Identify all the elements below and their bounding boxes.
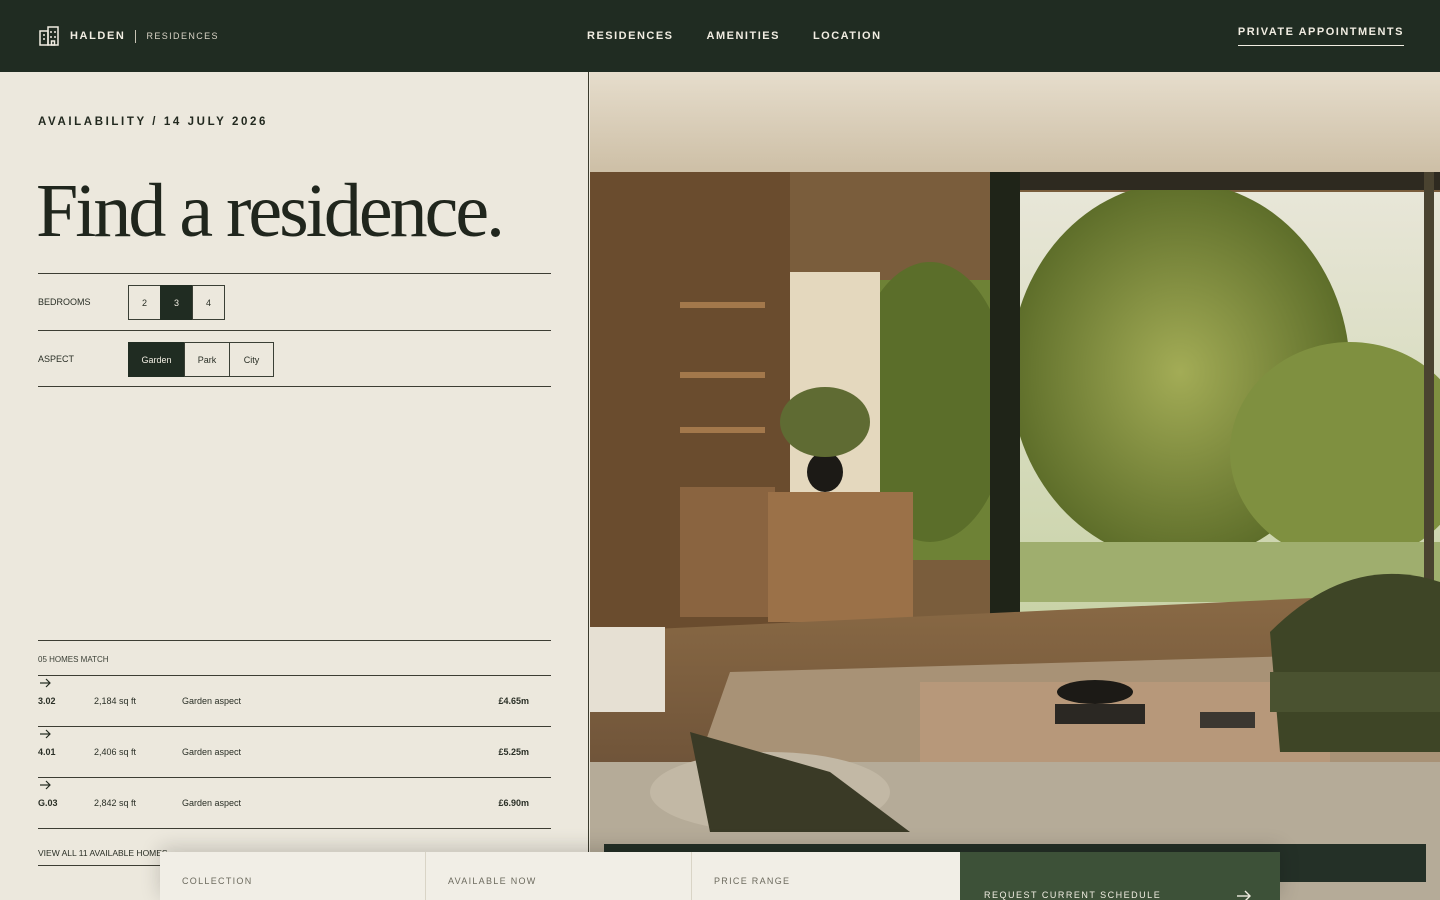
nav-link-amenities[interactable]: AMENITIES xyxy=(707,30,780,42)
bedrooms-option-3[interactable]: 3 xyxy=(160,285,193,320)
summary-price-range: PRICE RANGE xyxy=(692,852,960,900)
brand-subtitle: RESIDENCES xyxy=(146,31,219,41)
brand-divider xyxy=(135,29,137,43)
bedrooms-label: BEDROOMS xyxy=(38,297,91,307)
main-nav: RESIDENCES AMENITIES LOCATION xyxy=(587,30,882,42)
aspect-option-city[interactable]: City xyxy=(229,342,274,377)
unit-aspect: Garden aspect xyxy=(182,798,242,808)
interior-hero-image xyxy=(590,72,1440,900)
unit-aspect: Garden aspect xyxy=(182,696,242,706)
results-list: 05 HOMES MATCH 3.02 2,184 sq ft Garden a… xyxy=(38,640,551,829)
arrow-right-icon[interactable] xyxy=(38,727,52,741)
bedrooms-option-4[interactable]: 4 xyxy=(192,285,225,320)
view-all-homes-link[interactable]: VIEW ALL 11 AVAILABLE HOMES xyxy=(38,848,178,866)
residence-finder-panel: AVAILABILITY / 14 JULY 2026 Find a resid… xyxy=(0,72,589,900)
aspect-option-garden[interactable]: Garden xyxy=(128,342,185,377)
unit-price: £4.65m xyxy=(498,696,529,706)
unit-number: G.03 xyxy=(38,798,58,808)
summary-bar: COLLECTION AVAILABLE NOW PRICE RANGE REQ… xyxy=(160,852,1280,900)
aspect-option-park[interactable]: Park xyxy=(184,342,230,377)
aspect-filter: ASPECT Garden Park City xyxy=(38,330,551,387)
bedrooms-option-2[interactable]: 2 xyxy=(128,285,161,320)
table-row[interactable]: G.03 2,842 sq ft Garden aspect £6.90m xyxy=(38,778,551,829)
summary-available-now: AVAILABLE NOW xyxy=(426,852,692,900)
request-schedule-button[interactable]: REQUEST CURRENT SCHEDULE xyxy=(960,852,1280,900)
page-title: Find a residence. xyxy=(36,169,505,253)
unit-price: £5.25m xyxy=(498,747,529,757)
unit-number: 4.01 xyxy=(38,747,56,757)
aspect-options: Garden Park City xyxy=(128,342,274,377)
bedrooms-options: 2 3 4 xyxy=(128,285,225,320)
arrow-right-icon[interactable] xyxy=(38,676,52,690)
arrow-right-icon xyxy=(1237,890,1251,900)
top-navigation: HALDEN RESIDENCES RESIDENCES AMENITIES L… xyxy=(0,0,1440,72)
table-row[interactable]: 4.01 2,406 sq ft Garden aspect £5.25m xyxy=(38,727,551,778)
nav-link-residences[interactable]: RESIDENCES xyxy=(587,30,674,42)
table-row[interactable]: 3.02 2,184 sq ft Garden aspect £4.65m xyxy=(38,676,551,727)
unit-price: £6.90m xyxy=(498,798,529,808)
summary-collection: COLLECTION xyxy=(160,852,426,900)
bedrooms-filter: BEDROOMS 2 3 4 xyxy=(38,273,551,330)
brand-logo[interactable]: HALDEN RESIDENCES xyxy=(38,25,219,47)
nav-link-location[interactable]: LOCATION xyxy=(813,30,882,42)
unit-aspect: Garden aspect xyxy=(182,747,242,757)
unit-area: 2,842 sq ft xyxy=(94,798,137,808)
unit-area: 2,406 sq ft xyxy=(94,747,137,757)
arrow-right-icon[interactable] xyxy=(38,778,52,792)
aspect-label: ASPECT xyxy=(38,354,75,364)
brand-name: HALDEN xyxy=(70,30,126,42)
private-appointments-link[interactable]: PRIVATE APPOINTMENTS xyxy=(1237,26,1404,46)
unit-area: 2,184 sq ft xyxy=(94,696,137,706)
results-count: 05 HOMES MATCH xyxy=(38,640,551,676)
unit-number: 3.02 xyxy=(38,696,56,706)
availability-eyebrow: AVAILABILITY / 14 JULY 2026 xyxy=(38,116,268,128)
request-schedule-label: REQUEST CURRENT SCHEDULE xyxy=(984,890,1162,900)
building-icon xyxy=(39,26,59,46)
